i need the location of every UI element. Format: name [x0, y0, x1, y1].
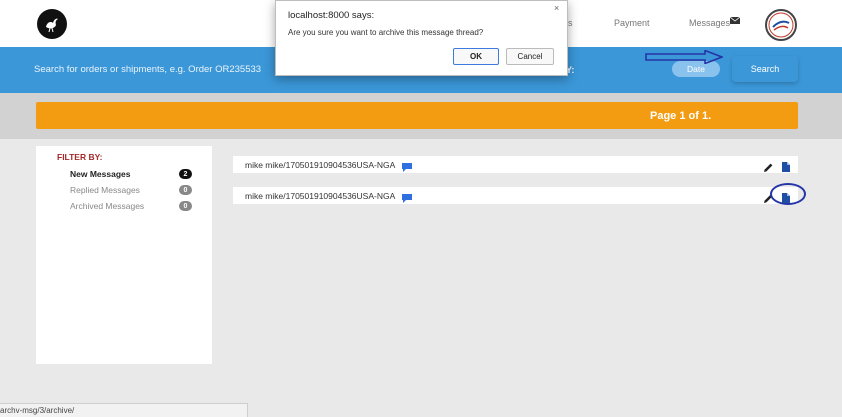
- arrow-annotation-icon: [645, 50, 723, 64]
- replied-messages-count-badge: 0: [179, 185, 192, 195]
- chat-bubble-icon: [402, 159, 412, 177]
- message-row[interactable]: mike mike/170501910904536USA-NGA: [233, 156, 798, 173]
- pencil-icon[interactable]: [764, 159, 773, 177]
- filter-archived-messages[interactable]: Archived Messages: [70, 201, 144, 211]
- ok-button[interactable]: OK: [453, 48, 499, 65]
- filter-title: FILTER BY:: [57, 152, 103, 162]
- message-thread-title[interactable]: mike mike/170501910904536USA-NGA: [245, 160, 395, 170]
- document-icon[interactable]: [782, 159, 790, 177]
- search-button[interactable]: Search: [732, 56, 798, 82]
- annotation-ellipse: [770, 183, 806, 205]
- brand-logo-icon[interactable]: [765, 9, 797, 41]
- nav-messages-link[interactable]: Messages: [689, 18, 730, 28]
- dialog-title: localhost:8000 says:: [288, 10, 375, 21]
- status-bar: archv-msg/3/archive/: [0, 403, 248, 417]
- new-messages-count-badge: 2: [179, 169, 192, 179]
- nav-payment-link[interactable]: Payment: [614, 18, 650, 28]
- confirm-dialog: localhost:8000 says: × Are you sure you …: [275, 0, 723, 76]
- page-indicator: Page 1 of 1.: [650, 110, 712, 122]
- search-input[interactable]: [34, 64, 284, 75]
- filter-new-messages[interactable]: New Messages: [70, 169, 130, 179]
- cancel-button[interactable]: Cancel: [506, 48, 554, 65]
- bird-logo-icon[interactable]: [37, 9, 67, 39]
- status-url: archv-msg/3/archive/: [0, 406, 75, 415]
- mail-icon[interactable]: [729, 11, 741, 29]
- close-icon[interactable]: ×: [554, 3, 559, 13]
- dialog-message: Are you sure you want to archive this me…: [288, 28, 484, 37]
- message-thread-title[interactable]: mike mike/170501910904536USA-NGA: [245, 191, 395, 201]
- filter-replied-messages[interactable]: Replied Messages: [70, 185, 140, 195]
- archived-messages-count-badge: 0: [179, 201, 192, 211]
- pagination-bar: Page 1 of 1.: [36, 102, 798, 129]
- message-row[interactable]: mike mike/170501910904536USA-NGA: [233, 187, 798, 204]
- filter-sidebar: FILTER BY: New Messages 2 Replied Messag…: [36, 146, 212, 364]
- chat-bubble-icon: [402, 190, 412, 208]
